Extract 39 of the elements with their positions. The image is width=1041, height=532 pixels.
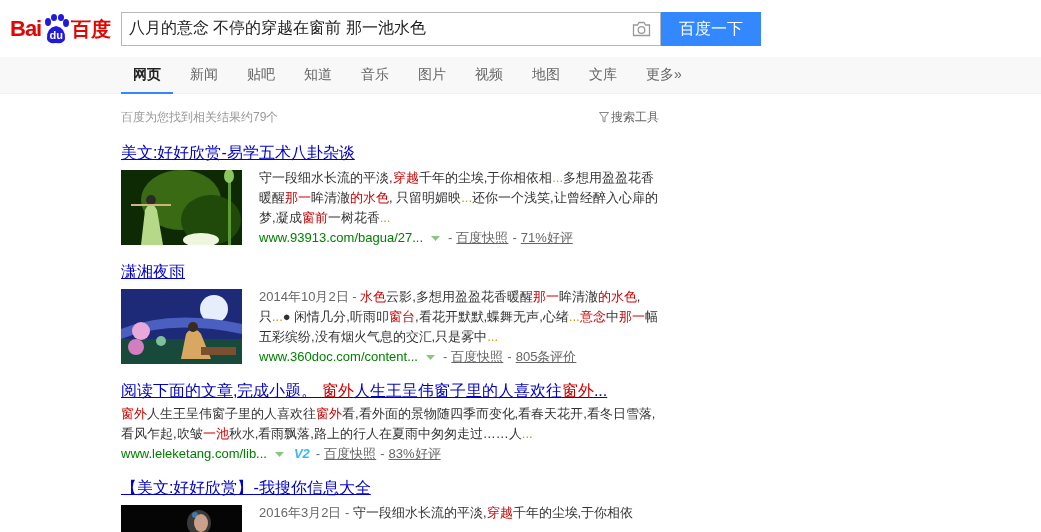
camera-icon[interactable]	[632, 20, 651, 37]
separator: -	[443, 348, 448, 366]
search-field[interactable]: 八月的意念 不停的穿越在窗前 那一池水色	[121, 11, 661, 46]
nav-tab[interactable]: 文库	[577, 57, 629, 94]
nav-tab[interactable]: 网页	[121, 57, 173, 94]
filter-icon	[599, 111, 609, 123]
nav-tab[interactable]: 知道	[292, 57, 344, 94]
nav-tab[interactable]: 更多»	[634, 57, 694, 94]
nav-tab[interactable]: 贴吧	[235, 57, 287, 94]
nav-tab[interactable]: 图片	[406, 57, 458, 94]
result-link[interactable]: 百度快照	[456, 228, 509, 248]
result-snippet: 守一段细水长流的平淡,穿越千年的尘埃,于你相依相...多想用盈盈花香暖醒那一眸清澈的水色, 只留明媚映...还你一个浅笑,让曾经醉入心扉的梦,凝成窗前一树花香...	[259, 169, 659, 227]
result-link[interactable]: 百度快照	[451, 347, 504, 367]
separator: -	[512, 229, 517, 247]
result-snippet: 窗外人生王呈伟窗子里的人喜欢往窗外看,看外面的景物随四季而变化,看春天花开,看冬日雪落,看风乍起,吹皱一池秋水,看雨飘落,路上的行人在夏雨中匆匆走过……人...	[121, 405, 657, 443]
separator: -	[448, 229, 453, 247]
search-button[interactable]: 百度一下	[661, 11, 761, 46]
result-url: www.360doc.com/content...	[259, 348, 418, 366]
separator: -	[380, 445, 385, 463]
result-link[interactable]: 百度快照	[324, 444, 377, 464]
result-url: www.leleketang.com/lib...	[121, 445, 267, 463]
caret-icon[interactable]	[274, 451, 284, 457]
separator: -	[507, 348, 512, 366]
nav-tab[interactable]: 地图	[520, 57, 572, 94]
nav-tab[interactable]: 视频	[463, 57, 515, 94]
result-link[interactable]: 71%好评	[520, 228, 573, 248]
result-link[interactable]: 83%好评	[388, 444, 441, 464]
caret-icon[interactable]	[426, 354, 435, 360]
nav-tab[interactable]: 音乐	[349, 57, 401, 94]
result-snippet: 2016年3月2日 - 守一段细水长流的平淡,穿越千年的尘埃,于你相依	[259, 504, 635, 522]
result-url: www.93913.com/bagua/27...	[259, 229, 424, 247]
separator: -	[315, 445, 321, 463]
result-link[interactable]: 805条评价	[515, 347, 577, 367]
logo[interactable]: Bai du 百度	[10, 12, 112, 46]
caret-icon[interactable]	[431, 235, 441, 241]
result-count: 百度为您找到相关结果约79个	[121, 109, 279, 126]
result-snippet: 2014年10月2日 - 水色云影,多想用盈盈花香暖醒那一眸清澈的水色,只...● 闲情几分,听雨叩窗台,看花开默默,蝶舞无声,心绪...意念中那一幅五彩缤纷,没有烟火气息的交汇,只是雾中...	[259, 288, 659, 346]
nav-tab[interactable]: 新闻	[178, 57, 230, 94]
search-tools-button[interactable]: 搜索工具	[599, 108, 659, 126]
